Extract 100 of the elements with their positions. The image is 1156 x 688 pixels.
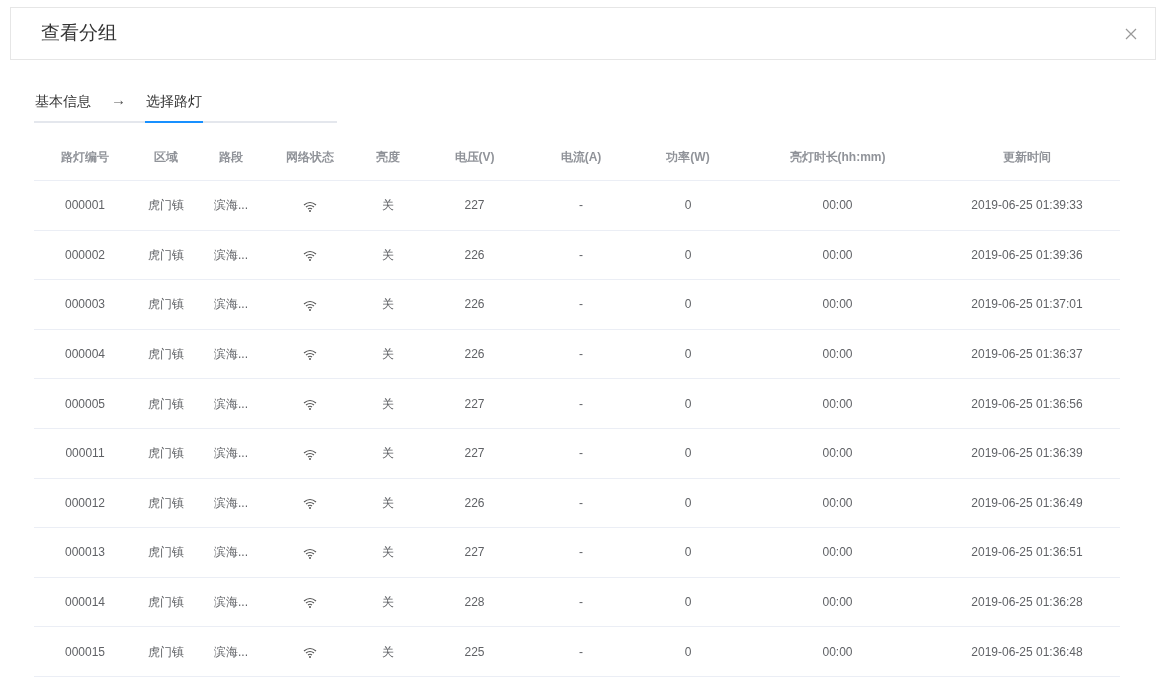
table-cell: - — [527, 230, 635, 280]
table-cell: 0 — [635, 279, 741, 330]
table-cell: 关 — [354, 577, 422, 627]
table-cell: 0 — [635, 378, 741, 429]
table-cell: 0 — [635, 180, 741, 231]
column-header: 区域 — [136, 134, 196, 181]
table-cell: 000013 — [34, 527, 136, 578]
table-cell: 228 — [422, 577, 527, 627]
table-cell: 00:00 — [741, 230, 934, 280]
table-cell: 226 — [422, 230, 527, 280]
table-cell: 2019-06-25 01:39:36 — [934, 230, 1120, 280]
wifi-icon — [303, 646, 317, 658]
table-cell: 2019-06-25 01:36:37 — [934, 329, 1120, 379]
table-cell: 000005 — [34, 378, 136, 429]
column-header: 亮灯时长(hh:mm) — [741, 134, 934, 181]
close-icon[interactable] — [1125, 27, 1137, 40]
step-tab[interactable]: 基本信息 — [34, 90, 92, 123]
table-cell: 2019-06-25 01:36:56 — [934, 378, 1120, 429]
table-cell: 00:00 — [741, 577, 934, 627]
table-cell: 00:00 — [741, 626, 934, 677]
table-cell: 227 — [422, 428, 527, 479]
table-cell: 滨海... — [196, 626, 266, 677]
table-cell: - — [527, 180, 635, 231]
table-cell: 227 — [422, 180, 527, 231]
table-cell: 000011 — [34, 428, 136, 479]
table-cell: - — [527, 329, 635, 379]
table-cell: 0 — [635, 626, 741, 677]
dialog-title: 查看分组 — [41, 21, 117, 46]
table-cell: 关 — [354, 378, 422, 429]
wifi-icon — [303, 250, 317, 262]
column-header: 电流(A) — [527, 134, 635, 181]
table-cell: 关 — [354, 329, 422, 379]
table-cell: 000012 — [34, 478, 136, 528]
wifi-icon — [303, 448, 317, 460]
table-cell: 滨海... — [196, 230, 266, 280]
wifi-icon — [303, 498, 317, 510]
wifi-icon — [303, 200, 317, 212]
table-cell: 关 — [354, 478, 422, 528]
wifi-icon — [303, 299, 317, 311]
table-cell: 关 — [354, 626, 422, 677]
table-cell: - — [527, 527, 635, 578]
table-cell: 00:00 — [741, 428, 934, 479]
table-cell: - — [527, 279, 635, 330]
table-cell: 000004 — [34, 329, 136, 379]
table-cell: 虎门镇 — [136, 180, 196, 231]
table-cell: 滨海... — [196, 428, 266, 479]
table-cell: 000001 — [34, 180, 136, 231]
table-cell: 225 — [422, 626, 527, 677]
table-cell: 00:00 — [741, 279, 934, 330]
arrow-separator: → — [110, 90, 127, 110]
wifi-icon — [303, 597, 317, 609]
table-cell: 虎门镇 — [136, 428, 196, 479]
table-cell: 关 — [354, 180, 422, 231]
wifi-icon — [303, 399, 317, 410]
table-cell: 滨海... — [196, 577, 266, 627]
column-header: 路段 — [196, 134, 266, 181]
table-cell: 2019-06-25 01:36:51 — [934, 527, 1120, 578]
table-cell: 00:00 — [741, 180, 934, 231]
table-cell: 滨海... — [196, 378, 266, 429]
table-cell: 2019-06-25 01:37:01 — [934, 279, 1120, 330]
table-cell: 00:00 — [741, 527, 934, 578]
table-cell: 虎门镇 — [136, 279, 196, 330]
column-header: 路灯编号 — [34, 134, 136, 181]
table-cell: 000015 — [34, 626, 136, 677]
table-cell: - — [527, 428, 635, 479]
table-cell: - — [527, 378, 635, 429]
table-cell: 关 — [354, 279, 422, 330]
table-cell: 虎门镇 — [136, 478, 196, 528]
table-cell: 虎门镇 — [136, 527, 196, 578]
wifi-icon — [303, 349, 317, 361]
table-cell: 227 — [422, 527, 527, 578]
table-cell: - — [527, 626, 635, 677]
table-cell: 226 — [422, 329, 527, 379]
table-cell: 00:00 — [741, 329, 934, 379]
column-header: 亮度 — [354, 134, 422, 181]
table-cell: 0 — [635, 478, 741, 528]
table-cell: 虎门镇 — [136, 329, 196, 379]
table-cell: 227 — [422, 378, 527, 429]
table-cell: 2019-06-25 01:36:28 — [934, 577, 1120, 627]
step-tab[interactable]: 选择路灯 — [145, 90, 203, 123]
table-cell: - — [527, 577, 635, 627]
column-header: 网络状态 — [266, 134, 354, 181]
table-cell: 滨海... — [196, 329, 266, 379]
table-cell: 226 — [422, 478, 527, 528]
table-cell: 滨海... — [196, 478, 266, 528]
table-cell: 2019-06-25 01:39:33 — [934, 180, 1120, 231]
table-cell: 2019-06-25 01:36:49 — [934, 478, 1120, 528]
table-cell: 关 — [354, 527, 422, 578]
table-cell: 226 — [422, 279, 527, 330]
column-header: 功率(W) — [635, 134, 741, 181]
table-cell: 关 — [354, 230, 422, 280]
table-cell: 00:00 — [741, 478, 934, 528]
table-cell: 00:00 — [741, 378, 934, 429]
table-cell: 2019-06-25 01:36:39 — [934, 428, 1120, 479]
column-header: 电压(V) — [422, 134, 527, 181]
table-cell: 滨海... — [196, 527, 266, 578]
table-cell: 000003 — [34, 279, 136, 330]
table-cell: 滨海... — [196, 279, 266, 330]
table-cell: 虎门镇 — [136, 626, 196, 677]
table-cell: 0 — [635, 428, 741, 479]
